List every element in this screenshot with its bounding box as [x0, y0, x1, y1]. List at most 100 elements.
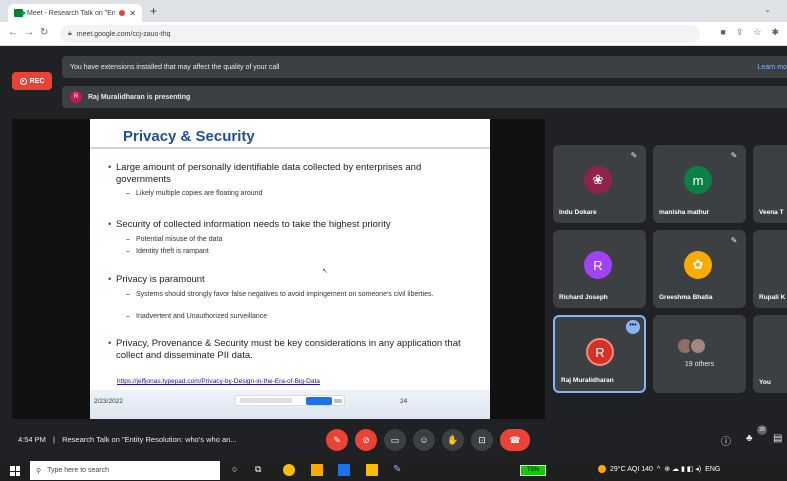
participant-name: Raj Muralidharan — [561, 377, 614, 384]
participant-avatar: R — [586, 338, 614, 366]
back-arrow-icon[interactable]: ← — [8, 27, 18, 39]
participant-tile[interactable]: R Richard Joseph — [553, 230, 646, 308]
camera-off-button[interactable]: ⊘ — [355, 429, 377, 451]
participant-tile[interactable]: ✎ ✿ Greeshma Bhatia — [653, 230, 746, 308]
rec-label: REC — [29, 77, 45, 85]
others-tile[interactable]: 19 others — [653, 315, 746, 393]
separator: | — [53, 435, 55, 444]
slide-link[interactable]: https://jeffjonas.typepad.com/Privacy-by… — [117, 378, 320, 385]
slide-bullet: Security of collected information needs … — [108, 219, 476, 231]
slide-bullet: Privacy is paramount — [108, 274, 476, 286]
language-indicator[interactable]: ENG — [705, 466, 720, 473]
participant-avatar: ✿ — [684, 251, 712, 279]
file-explorer-icon[interactable] — [311, 464, 323, 476]
task-view-icon[interactable]: ⧉ — [255, 464, 267, 476]
smile-icon: ☺ — [419, 435, 429, 445]
participant-avatar: ❀ — [584, 166, 612, 194]
browser-tab[interactable]: Meet - Research Talk on "En ✕ — [8, 4, 142, 22]
tray-icons[interactable]: ⊕ ☁ ▮ ◧ ◂) — [664, 465, 701, 473]
slide-sub-bullet: Systems should strongly favor false nega… — [126, 290, 456, 299]
hide-share-bar-button[interactable] — [334, 399, 342, 403]
info-icon[interactable]: ⓘ — [721, 433, 731, 448]
store-icon[interactable] — [338, 464, 350, 476]
meeting-info: 4:54 PM | Research Talk on "Entity Resol… — [18, 435, 237, 444]
url-field[interactable]: 🔒︎ meet.google.com/ccj-zauo-thq — [60, 25, 700, 43]
presentation-frame: Privacy & Security Large amount of perso… — [12, 119, 545, 419]
shared-slide: Privacy & Security Large amount of perso… — [90, 119, 490, 419]
mic-off-icon: ✎ — [333, 434, 341, 445]
tray-chevron-icon[interactable]: ^ — [657, 466, 660, 473]
bookmark-star-icon[interactable]: ☆ — [753, 27, 761, 38]
leave-call-button[interactable]: ☎ — [500, 429, 530, 451]
slide-sub-bullet: Inadvertent and Unauthorized surveillanc… — [126, 312, 456, 321]
chat-icon[interactable]: ▤ — [773, 433, 782, 444]
address-toolbar: ← → ↻ 🔒︎ meet.google.com/ccj-zauo-thq ■ … — [0, 22, 787, 46]
battery-indicator[interactable]: 73% — [520, 465, 546, 476]
hang-up-icon: ☎ — [509, 434, 521, 445]
meeting-control-bar: 4:54 PM | Research Talk on "Entity Resol… — [0, 420, 787, 460]
share-icon[interactable]: ⇪ — [736, 27, 744, 38]
hand-icon: ✋ — [447, 434, 459, 445]
others-avatars — [676, 337, 707, 355]
lock-icon: 🔒︎ — [68, 30, 72, 37]
participant-avatar: m — [684, 166, 712, 194]
participant-name: Greeshma Bhatia — [659, 294, 713, 301]
record-icon — [19, 77, 27, 85]
captions-button[interactable]: ▭ — [384, 429, 406, 451]
browser-tab-bar: Meet - Research Talk on "En ✕ + ⌄ — [0, 0, 787, 22]
presenter-avatar: R — [70, 91, 82, 103]
extension-icon[interactable]: ✱ — [771, 27, 779, 38]
participant-name: Indu Dokare — [559, 209, 597, 216]
participant-tile[interactable]: ✎ m manisha mathur — [653, 145, 746, 223]
search-icon: ⚲ — [36, 467, 42, 475]
participant-tile-presenter[interactable]: ••• R Raj Muralidharan — [553, 315, 646, 393]
weather-text[interactable]: 29°C AQI 140 — [610, 466, 653, 473]
slide-sub-bullet: Likely multiple copies are floating arou… — [126, 189, 456, 198]
participant-avatar: R — [584, 251, 612, 279]
people-icon[interactable]: ♣ — [746, 433, 753, 444]
tab-close-icon[interactable]: ✕ — [129, 9, 136, 18]
taskbar-search[interactable]: ⚲ Type here to search — [30, 461, 220, 480]
present-button[interactable]: ⊡ — [471, 429, 493, 451]
screen: Meet - Research Talk on "En ✕ + ⌄ ← → ↻ … — [0, 0, 787, 481]
participant-name: Veena T — [759, 209, 784, 216]
learn-more-link[interactable]: Learn mo — [757, 64, 787, 71]
windows-taskbar: ⚲ Type here to search ○ ⧉ ✎ 73% 29°C AQI… — [0, 460, 787, 481]
search-placeholder: Type here to search — [47, 467, 110, 474]
self-tile[interactable]: You — [753, 315, 787, 393]
raise-hand-button[interactable]: ✋ — [442, 429, 464, 451]
recording-indicator[interactable]: REC — [12, 72, 52, 90]
extension-warning-banner: You have extensions installed that may a… — [62, 56, 787, 78]
avatar — [689, 337, 707, 355]
presenting-banner: R Raj Muralidharan is presenting — [62, 86, 787, 108]
paint-icon[interactable]: ✎ — [393, 464, 405, 476]
new-tab-button[interactable]: + — [150, 4, 157, 18]
captions-icon: ▭ — [390, 434, 400, 445]
more-options-icon[interactable]: ••• — [626, 320, 640, 334]
extension-warning-text: You have extensions installed that may a… — [70, 63, 280, 71]
participant-tile[interactable]: Rupali K — [753, 230, 787, 308]
sticky-notes-icon[interactable] — [366, 464, 378, 476]
camera-indicator-icon[interactable]: ■ — [720, 27, 725, 38]
participant-name: You — [759, 379, 771, 386]
participant-tile[interactable]: ✎ ❀ Indu Dokare — [553, 145, 646, 223]
participant-tile[interactable]: Veena T — [753, 145, 787, 223]
windows-start-icon[interactable] — [10, 466, 20, 476]
emoji-button[interactable]: ☺ — [413, 429, 435, 451]
participant-name: manisha mathur — [659, 209, 710, 216]
reload-icon[interactable]: ↻ — [40, 27, 48, 39]
tab-search-chevron-icon[interactable]: ⌄ — [764, 5, 771, 14]
screen-share-bar — [235, 395, 345, 406]
presenting-text: Raj Muralidharan is presenting — [88, 93, 191, 101]
cortana-icon[interactable]: ○ — [232, 464, 244, 476]
stop-sharing-button[interactable] — [306, 397, 332, 405]
mic-muted-icon: ✎ — [630, 151, 638, 160]
others-count: 19 others — [684, 361, 715, 368]
slide-bullet: Privacy, Provenance & Security must be k… — [108, 338, 476, 362]
forward-arrow-icon[interactable]: → — [24, 27, 34, 39]
meet-stage: REC You have extensions installed that m… — [0, 47, 787, 460]
present-icon: ⊡ — [478, 434, 486, 445]
chrome-icon[interactable] — [283, 464, 295, 476]
meeting-time: 4:54 PM — [18, 435, 46, 444]
mic-off-button[interactable]: ✎ — [326, 429, 348, 451]
